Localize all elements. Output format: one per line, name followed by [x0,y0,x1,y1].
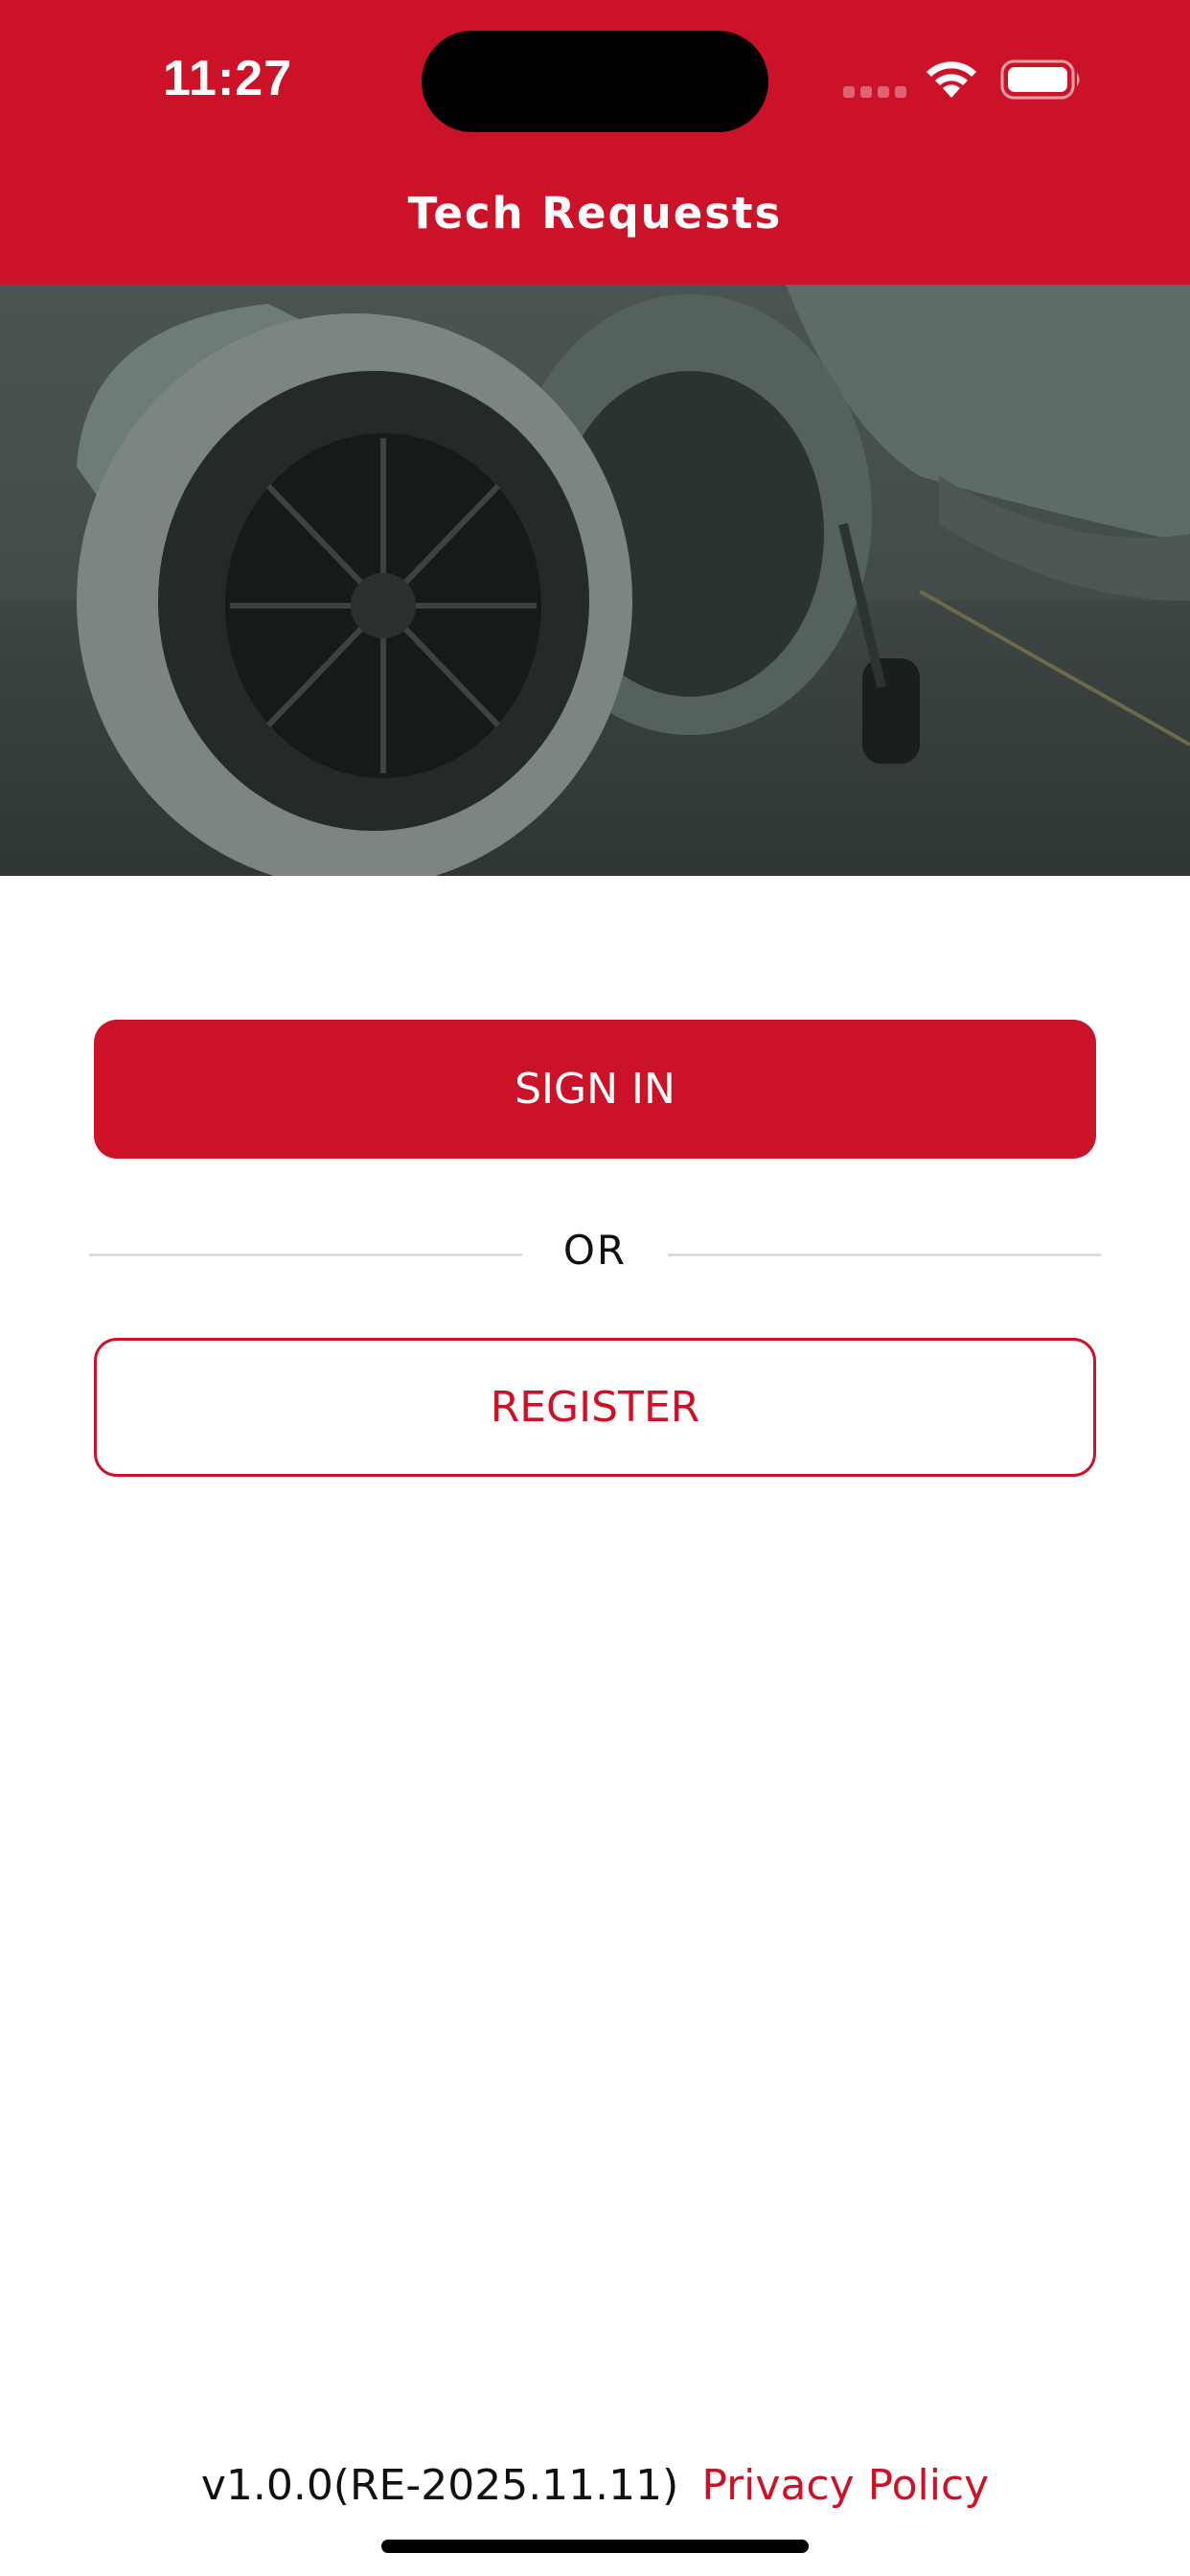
status-time: 11:27 [163,51,293,106]
or-label: OR [562,1227,628,1274]
divider-left [89,1254,522,1256]
home-indicator[interactable] [381,2540,809,2553]
footer: v1.0.0(RE-2025.11.11) Privacy Policy [0,2461,1190,2510]
app-header: 11:27 Tech Requests [0,0,1190,285]
battery-icon [1000,59,1080,100]
dynamic-island [422,31,768,132]
version-label: v1.0.0(RE-2025.11.11) [200,2461,679,2510]
aircraft-engine-icon [0,285,1190,876]
privacy-policy-link[interactable]: Privacy Policy [701,2461,989,2510]
sign-in-button[interactable]: SIGN IN [94,1020,1096,1159]
register-button[interactable]: REGISTER [94,1338,1096,1477]
cellular-signal-icon [843,86,906,98]
wifi-icon [927,61,976,98]
divider-right [668,1254,1101,1256]
hero-image [0,285,1190,876]
page-title: Tech Requests [407,188,783,239]
